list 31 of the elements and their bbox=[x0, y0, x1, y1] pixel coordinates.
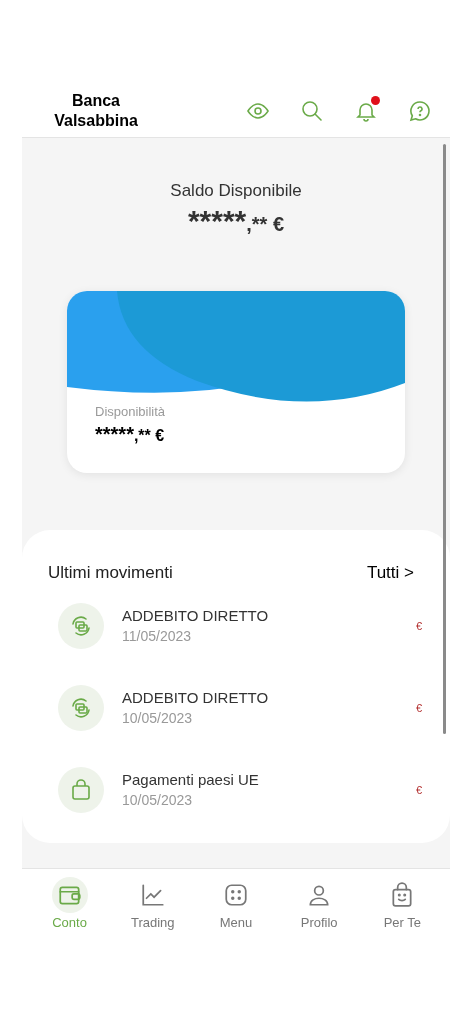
movement-title: ADDEBITO DIRETTO bbox=[122, 606, 270, 626]
sync-cards-icon bbox=[69, 614, 93, 638]
balance-amount: *****,** € bbox=[186, 203, 286, 239]
movement-amount: € bbox=[415, 618, 422, 634]
tab-bar-item[interactable]: Menu bbox=[199, 876, 272, 933]
movement-amount: € bbox=[415, 700, 422, 716]
tab-bar-item[interactable]: Per Te bbox=[366, 876, 439, 933]
card-label: Disponibilità bbox=[95, 402, 167, 421]
movement-row[interactable]: ADDEBITO DIRETTO 10/05/2023 € bbox=[58, 685, 424, 731]
shopping-bag-icon bbox=[69, 778, 93, 802]
movements-title: Ultimi movimenti bbox=[48, 561, 173, 584]
movement-date: 10/05/2023 bbox=[122, 791, 194, 810]
help-icon[interactable] bbox=[408, 99, 432, 123]
tab-bar-item[interactable]: Profilo bbox=[283, 876, 356, 933]
grid-dots-icon bbox=[222, 881, 249, 908]
chart-icon bbox=[139, 881, 166, 908]
movement-date: 10/05/2023 bbox=[122, 709, 194, 728]
movement-title: ADDEBITO DIRETTO bbox=[122, 688, 270, 708]
movement-row[interactable]: Pagamenti paesi UE 10/05/2023 € bbox=[58, 767, 424, 813]
tab-bar-item[interactable]: Trading bbox=[116, 876, 189, 933]
card-amount: *****,** € bbox=[95, 422, 166, 447]
balance-label: Saldo Disponibile bbox=[169, 180, 303, 202]
tab-bar-item[interactable]: Conto bbox=[33, 876, 106, 933]
sync-cards-icon bbox=[69, 696, 93, 720]
bank-logo-text: Banca Valsabbina bbox=[53, 91, 139, 131]
see-all-link[interactable]: Tutti > bbox=[366, 559, 414, 585]
movement-amount: € bbox=[415, 782, 422, 798]
movement-title: Pagamenti paesi UE bbox=[122, 770, 260, 790]
movement-row[interactable]: ADDEBITO DIRETTO 11/05/2023 € bbox=[58, 603, 424, 649]
movement-date: 11/05/2023 bbox=[122, 627, 193, 646]
search-icon[interactable] bbox=[300, 99, 324, 123]
